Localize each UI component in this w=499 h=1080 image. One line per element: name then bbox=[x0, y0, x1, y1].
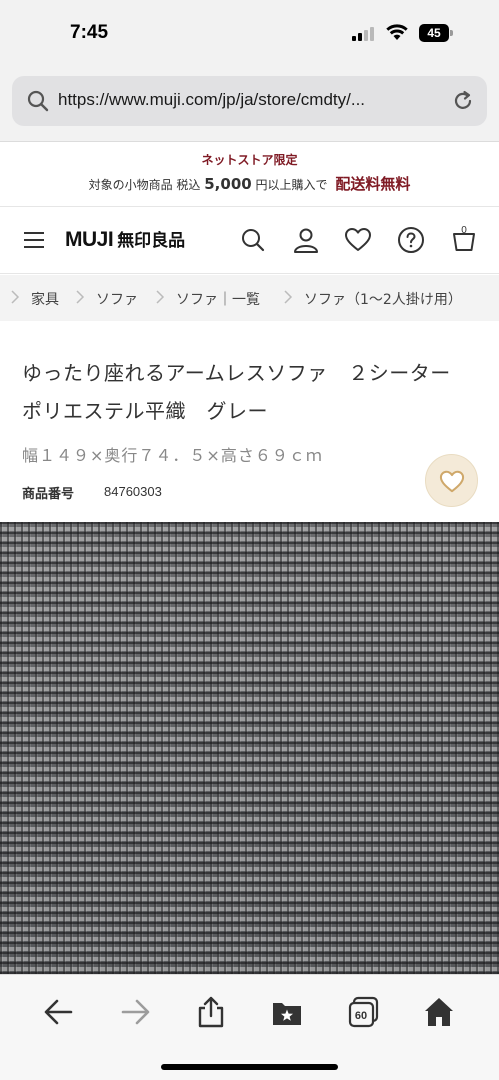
product-code-value: 84760303 bbox=[104, 484, 162, 499]
promo-free-shipping: 配送料無料 bbox=[335, 175, 411, 193]
breadcrumb: 家具 ソファ ソファ｜一覧 ソファ（1〜2人掛け用） bbox=[0, 275, 499, 321]
status-time: 7:45 bbox=[70, 22, 109, 43]
promo-amount: 5,000 bbox=[204, 175, 252, 193]
browser-toolbar: 60 bbox=[0, 974, 499, 1080]
breadcrumb-item[interactable]: ソファ｜一覧 bbox=[176, 289, 260, 309]
product-title: ゆったり座れるアームレスソファ ２シーター ポリエステル平織 グレー bbox=[22, 361, 472, 423]
menu-icon[interactable] bbox=[24, 232, 44, 248]
back-icon[interactable] bbox=[42, 995, 76, 1029]
bookmarks-icon[interactable] bbox=[270, 995, 304, 1029]
share-icon[interactable] bbox=[194, 995, 228, 1029]
cart-icon[interactable]: 0 bbox=[450, 226, 478, 254]
favorite-button[interactable] bbox=[425, 454, 478, 507]
battery-icon: 45 bbox=[419, 24, 453, 42]
url-text[interactable]: https://www.muji.com/jp/ja/store/cmdty/.… bbox=[58, 90, 448, 110]
cart-count: 0 bbox=[461, 226, 467, 236]
tabs-icon[interactable]: 60 bbox=[347, 995, 381, 1029]
breadcrumb-item[interactable]: ソファ（1〜2人掛け用） bbox=[304, 289, 462, 309]
user-icon[interactable] bbox=[292, 226, 320, 254]
breadcrumb-item[interactable]: ソファ bbox=[96, 289, 138, 309]
heart-icon bbox=[439, 470, 465, 493]
promo-banner[interactable]: ネットストア限定 対象の小物商品 税込 5,000 円以上購入で 配送料無料 bbox=[0, 143, 499, 207]
promo-title: ネットストア限定 bbox=[201, 153, 298, 167]
url-bar[interactable]: https://www.muji.com/jp/ja/store/cmdty/.… bbox=[12, 76, 487, 126]
breadcrumb-item[interactable]: 家具 bbox=[31, 289, 59, 309]
wifi-icon bbox=[386, 24, 408, 40]
home-indicator bbox=[161, 1064, 338, 1070]
search-icon[interactable] bbox=[239, 226, 267, 254]
heart-icon[interactable] bbox=[344, 226, 372, 254]
site-header: MUJI 無印良品 0 bbox=[0, 208, 499, 274]
battery-level: 45 bbox=[419, 24, 449, 42]
product-code-label: 商品番号 bbox=[22, 487, 75, 502]
promo-suffix: 円以上購入で bbox=[255, 178, 328, 192]
promo-text: 対象の小物商品 税込 5,000 円以上購入で 配送料無料 bbox=[0, 173, 499, 194]
search-icon bbox=[27, 90, 49, 112]
browser-address-area: https://www.muji.com/jp/ja/store/cmdty/.… bbox=[0, 66, 499, 142]
logo-sub: 無印良品 bbox=[117, 231, 186, 251]
reload-icon[interactable] bbox=[450, 88, 476, 114]
logo-main: MUJI bbox=[65, 228, 114, 251]
chevron-right-icon bbox=[11, 290, 20, 304]
home-icon[interactable] bbox=[422, 995, 456, 1029]
tabs-count: 60 bbox=[354, 1010, 368, 1022]
promo-prefix: 対象の小物商品 税込 bbox=[88, 178, 201, 192]
product-image[interactable] bbox=[0, 522, 499, 974]
chevron-right-icon bbox=[76, 290, 85, 304]
help-icon[interactable] bbox=[397, 226, 425, 254]
muji-logo[interactable]: MUJI 無印良品 bbox=[65, 226, 185, 254]
forward-icon[interactable] bbox=[118, 995, 152, 1029]
cellular-signal-icon bbox=[352, 27, 374, 41]
chevron-right-icon bbox=[156, 290, 165, 304]
chevron-right-icon bbox=[284, 290, 293, 304]
product-dimensions: 幅１４９×奥行７４．５×高さ６９ｃｍ bbox=[22, 446, 323, 465]
status-bar: 7:45 45 bbox=[0, 0, 499, 66]
